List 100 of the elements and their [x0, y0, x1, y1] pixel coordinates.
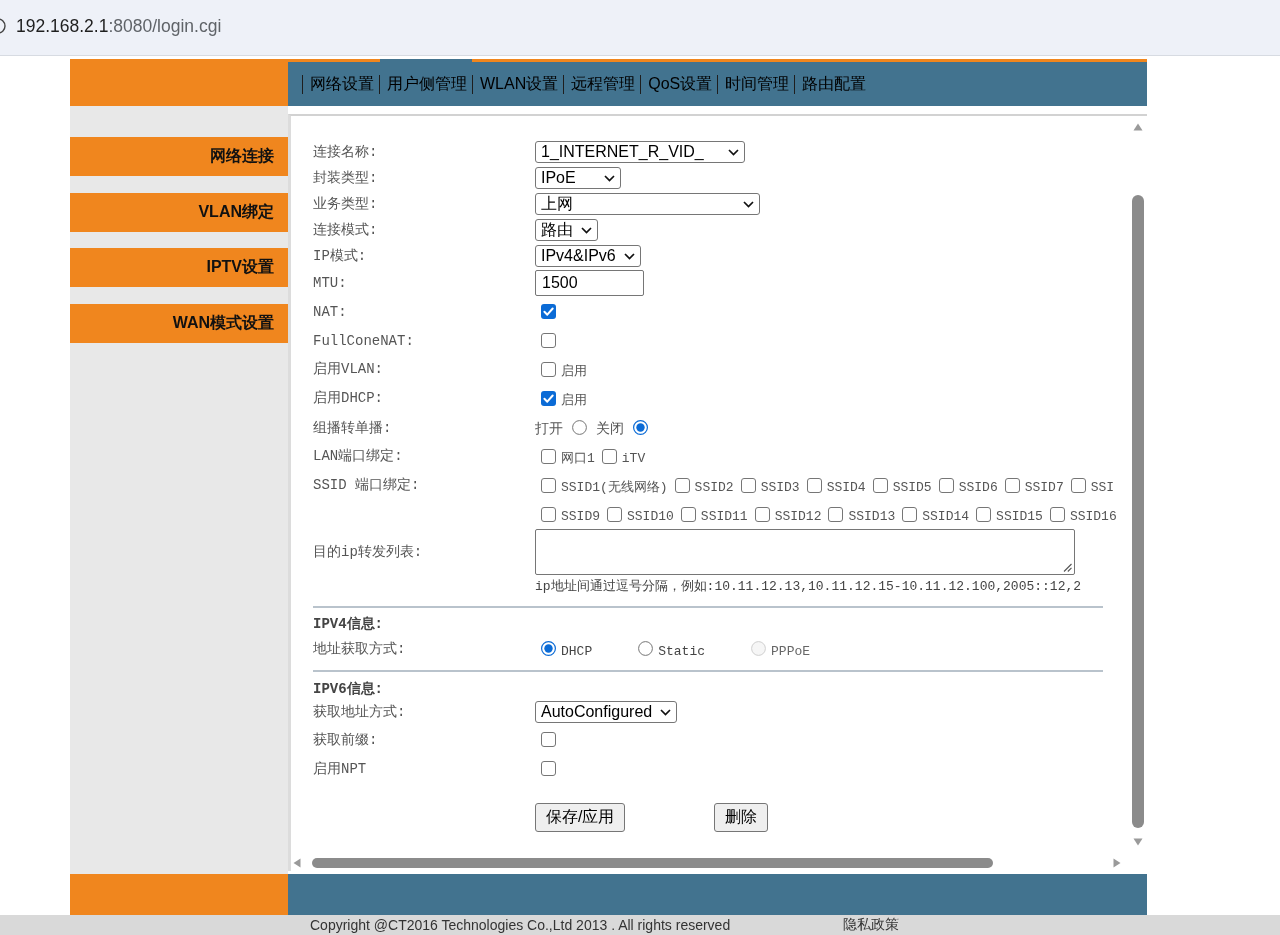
checkbox[interactable]: [541, 362, 556, 377]
field-label: 连接模式:: [313, 221, 378, 239]
checkbox-label: 网口1: [561, 450, 595, 467]
checkbox-label: SSID7: [1024, 478, 1064, 495]
checkbox[interactable]: [607, 507, 622, 522]
checkbox[interactable]: [541, 478, 556, 493]
checkbox-label: iTV: [621, 449, 646, 466]
checkbox[interactable]: [938, 478, 954, 493]
field-label: 启用NPT: [313, 759, 367, 778]
checkbox-label: 启用: [561, 363, 587, 380]
checkbox[interactable]: [828, 507, 844, 522]
checkbox-label: SSI: [1090, 478, 1115, 495]
radio-label: 关闭: [596, 420, 624, 438]
section-title: IPV6信息:: [313, 680, 383, 699]
field-label: FullConeNAT:: [313, 332, 414, 349]
field-label: MTU:: [313, 275, 347, 291]
checkbox[interactable]: [541, 449, 556, 464]
section-title: IPV4信息:: [313, 615, 383, 634]
field-label: 获取前缀:: [313, 730, 378, 749]
chevron-down-icon: [728, 148, 739, 156]
delete-button[interactable]: 删除: [714, 803, 769, 832]
text-input-field[interactable]: 1500: [535, 270, 644, 296]
scroll-down-icon[interactable]: [1133, 838, 1143, 846]
radio-button[interactable]: [572, 420, 587, 435]
hint-text: ip地址间通过逗号分隔，例如:10.11.12.13,10.11.12.15-10.11.12.100,2005::12,2: [535, 578, 1082, 595]
checkbox-label: SSID15: [996, 507, 1043, 524]
checkbox-label: SSID6: [958, 478, 998, 495]
checkbox[interactable]: [601, 449, 617, 464]
field-label: NAT:: [313, 303, 347, 320]
checkbox[interactable]: [902, 507, 918, 522]
address-field[interactable]: 192.168.2.1:8080/login.cgi: [16, 15, 222, 37]
dropdown-select[interactable]: IPv4&IPv6: [535, 245, 641, 267]
checkbox[interactable]: [1070, 478, 1086, 493]
checkbox-label: SSID2: [694, 478, 734, 495]
sidebar-item[interactable]: VLAN绑定: [70, 192, 288, 232]
scrollbar-thumb[interactable]: [1132, 195, 1144, 828]
chevron-down-icon: [660, 708, 672, 716]
radio-button[interactable]: [633, 420, 648, 435]
field-label: 地址获取方式:: [313, 639, 406, 658]
copyright-text: Copyright @CT2016 Technologies Co.,Ltd 2013 . All rights reserved: [310, 917, 731, 933]
dropdown-select[interactable]: 1_INTERNET_R_VID_: [535, 141, 745, 163]
radio-label: 打开: [535, 420, 563, 438]
sidebar-item[interactable]: WAN模式设置: [70, 303, 288, 343]
sidebar-item[interactable]: IPTV设置: [70, 248, 288, 287]
checkbox[interactable]: [1049, 507, 1065, 522]
sidebar-item[interactable]: 网络连接: [70, 137, 288, 176]
chevron-down-icon: [581, 226, 592, 234]
dropdown-select[interactable]: IPoE: [535, 167, 621, 189]
save-button[interactable]: 保存/应用: [535, 803, 626, 832]
checkbox[interactable]: [740, 478, 756, 493]
checkbox-label: SSID10: [627, 507, 674, 524]
dropdown-select[interactable]: 上网: [535, 193, 760, 215]
scroll-right-icon[interactable]: [1113, 858, 1121, 868]
checkbox[interactable]: [976, 507, 992, 522]
checkbox[interactable]: [541, 732, 556, 747]
privacy-policy-link[interactable]: 隐私政策: [843, 916, 899, 934]
chevron-down-icon: [743, 200, 754, 208]
checkbox[interactable]: [541, 333, 556, 348]
checkbox-label: SSID3: [760, 478, 800, 495]
field-label: 启用VLAN:: [313, 360, 383, 379]
field-label: 获取地址方式:: [313, 703, 406, 721]
textarea-field[interactable]: [535, 529, 1075, 575]
checkbox[interactable]: [680, 507, 696, 522]
scrollbar-thumb[interactable]: [312, 858, 993, 868]
radio-label: DHCP: [561, 642, 593, 659]
checkbox[interactable]: [541, 391, 556, 406]
checkbox-label: SSID11: [700, 507, 748, 524]
checkbox[interactable]: [541, 304, 556, 319]
field-label: 组播转单播:: [313, 418, 392, 437]
checkbox[interactable]: [541, 761, 556, 776]
checkbox-label: SSID14: [922, 507, 970, 524]
field-label: 业务类型:: [313, 195, 378, 213]
checkbox-label: SSID13: [848, 507, 896, 524]
field-label: 封装类型:: [313, 169, 378, 187]
dropdown-select[interactable]: 路由: [535, 219, 598, 241]
checkbox-label: SSID4: [826, 478, 866, 495]
field-label: IP模式:: [313, 247, 367, 265]
checkbox[interactable]: [806, 478, 822, 493]
scroll-up-icon[interactable]: [1133, 123, 1143, 131]
radio-button[interactable]: [541, 641, 556, 656]
radio-label: PPPoE: [771, 642, 811, 659]
checkbox-label: SSID9: [561, 507, 600, 524]
checkbox[interactable]: [674, 478, 690, 493]
checkbox[interactable]: [1004, 478, 1020, 493]
checkbox-label: SSID1(无线网络): [561, 479, 668, 496]
checkbox[interactable]: [754, 507, 770, 522]
scroll-left-icon[interactable]: [293, 858, 301, 868]
resize-grip-icon[interactable]: [1063, 563, 1072, 572]
field-label: 连接名称:: [313, 143, 378, 161]
checkbox-label: SSID5: [892, 478, 932, 495]
radio-button[interactable]: [638, 641, 654, 656]
checkbox-label: SSID12: [774, 507, 822, 524]
radio-label: Static: [658, 642, 706, 659]
checkbox[interactable]: [872, 478, 888, 493]
dropdown-select[interactable]: AutoConfigured: [535, 701, 678, 723]
checkbox[interactable]: [541, 507, 556, 522]
field-label: 启用DHCP:: [313, 389, 383, 408]
chevron-down-icon: [623, 252, 635, 260]
field-label: SSID 端口绑定:: [313, 476, 420, 495]
field-label: LAN端口绑定:: [313, 447, 403, 466]
